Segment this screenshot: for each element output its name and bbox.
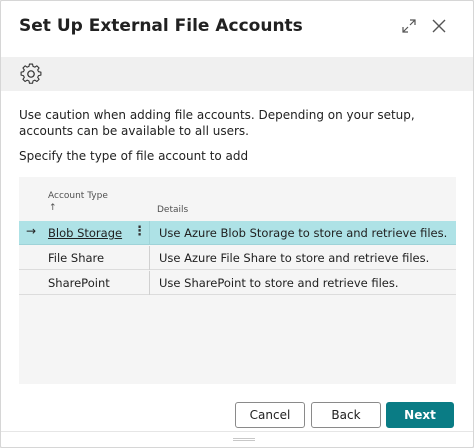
- row-actions-icon[interactable]: ⋮: [133, 224, 146, 239]
- cancel-button[interactable]: Cancel: [235, 402, 305, 428]
- dialog-toolbar: [1, 57, 473, 91]
- details-cell: Use Azure Blob Storage to store and retr…: [159, 226, 448, 240]
- row-pointer-icon: →: [26, 224, 37, 238]
- column-divider: [149, 221, 150, 245]
- sort-ascending-icon: ↑: [49, 203, 57, 213]
- dialog-titlebar: Set Up External File Accounts: [1, 1, 473, 57]
- dialog-title: Set Up External File Accounts: [19, 16, 303, 36]
- table-row[interactable]: File Share Use Azure File Share to store…: [19, 246, 456, 270]
- account-type-cell[interactable]: Blob Storage: [48, 226, 122, 240]
- column-header-details[interactable]: Details: [157, 205, 188, 215]
- back-button[interactable]: Back: [311, 402, 381, 428]
- table-row[interactable]: SharePoint Use SharePoint to store and r…: [19, 271, 456, 295]
- details-cell: Use SharePoint to store and retrieve fil…: [159, 276, 399, 290]
- setup-dialog: Set Up External File Accounts Use cautio…: [0, 0, 474, 448]
- footer-divider: [1, 431, 473, 432]
- column-divider: [149, 246, 150, 270]
- caution-message: Use caution when adding file accounts. D…: [19, 108, 415, 138]
- account-type-cell[interactable]: File Share: [48, 251, 104, 265]
- details-cell: Use Azure File Share to store and retrie…: [159, 251, 430, 265]
- gear-icon[interactable]: [20, 63, 42, 85]
- account-type-cell[interactable]: SharePoint: [48, 276, 110, 290]
- account-type-grid: Account Type ↑ Details → Blob Storage ⋮ …: [19, 177, 456, 384]
- next-button[interactable]: Next: [386, 402, 454, 428]
- close-icon[interactable]: [430, 17, 448, 35]
- instruction-text: Specify the type of file account to add: [19, 149, 249, 163]
- column-divider: [149, 271, 150, 295]
- resize-handle[interactable]: [233, 438, 255, 441]
- column-header-account-type[interactable]: Account Type: [48, 191, 108, 201]
- grid-header: Account Type ↑ Details: [19, 177, 456, 221]
- table-row[interactable]: → Blob Storage ⋮ Use Azure Blob Storage …: [19, 221, 456, 245]
- expand-icon[interactable]: [400, 17, 418, 35]
